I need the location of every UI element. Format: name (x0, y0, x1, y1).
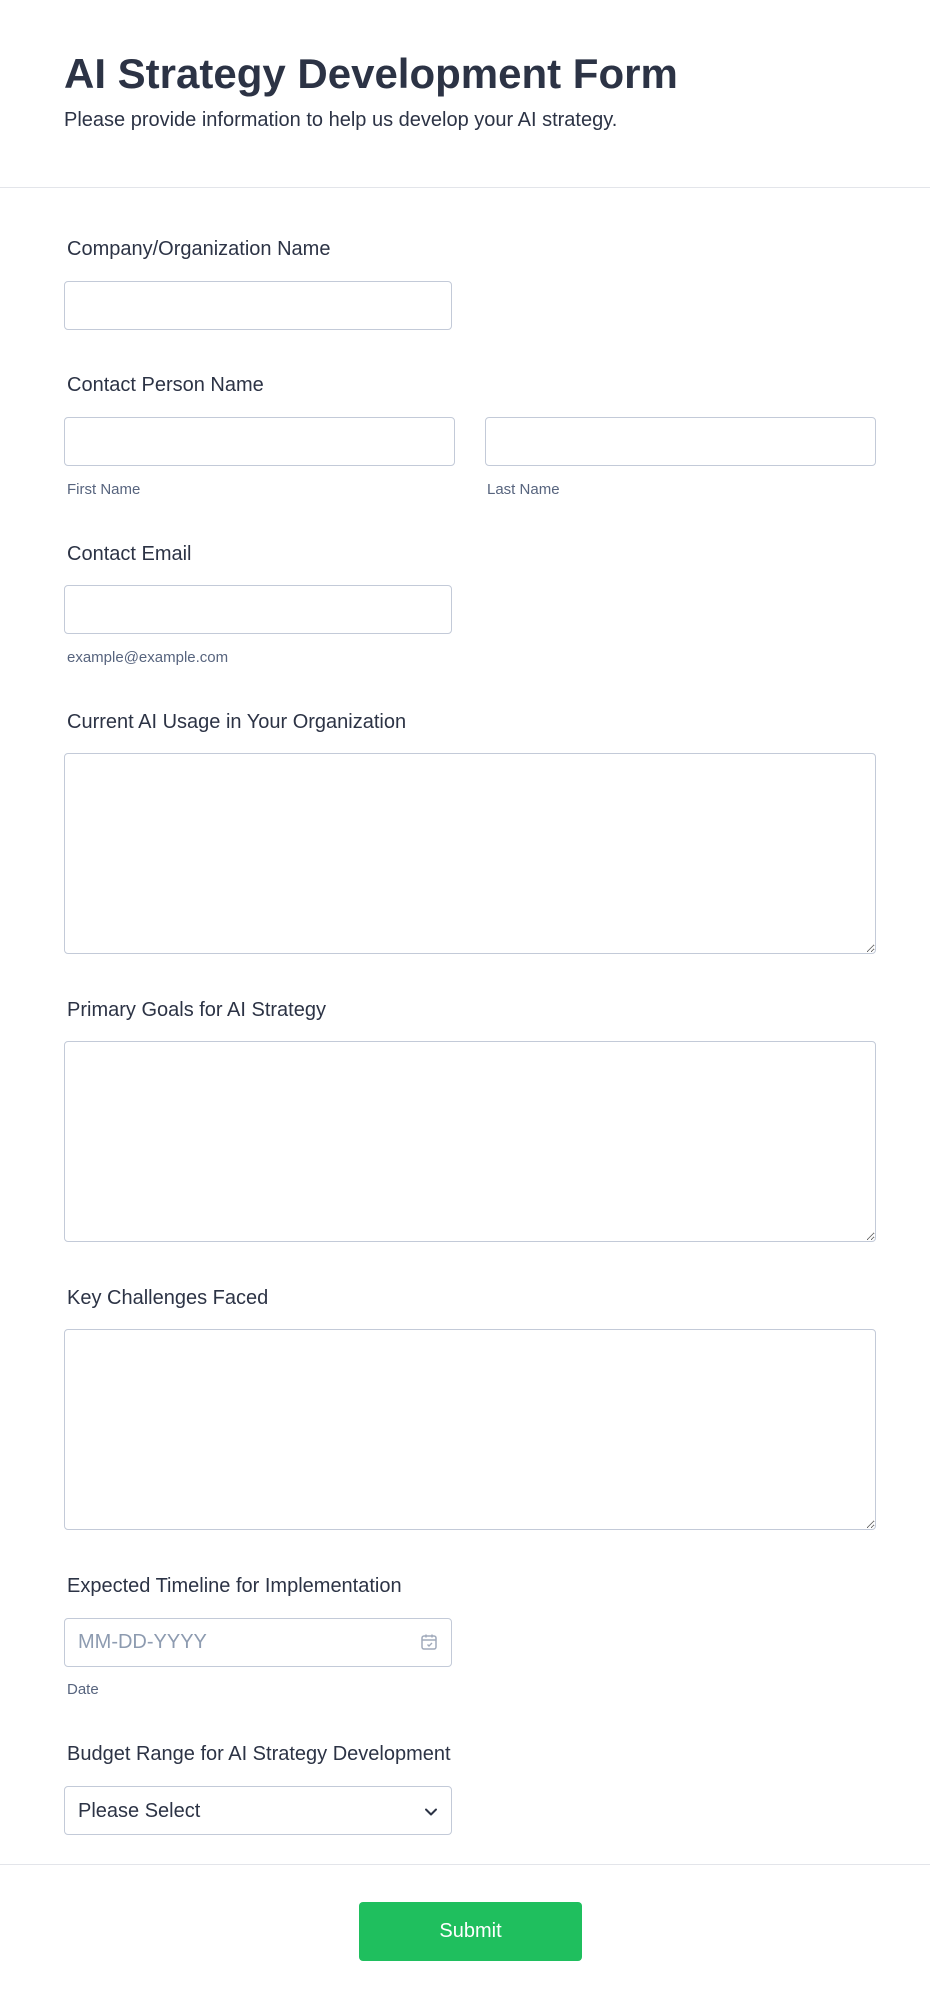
page-title: AI Strategy Development Form (64, 50, 678, 97)
key-challenges-textarea[interactable] (64, 1329, 876, 1530)
primary-goals-label: Primary Goals for AI Strategy (67, 999, 326, 1021)
company-name-input[interactable] (64, 281, 452, 330)
email-input[interactable] (64, 585, 452, 634)
contact-email-label: Contact Email (67, 543, 192, 565)
current-ai-usage-textarea[interactable] (64, 753, 876, 954)
timeline-label: Expected Timeline for Implementation (67, 1575, 402, 1597)
key-challenges-label: Key Challenges Faced (67, 1287, 269, 1309)
contact-person-label: Contact Person Name (67, 374, 264, 396)
date-field[interactable] (64, 1618, 452, 1667)
email-sublabel: example@example.com (67, 649, 229, 666)
company-name-label: Company/Organization Name (67, 238, 331, 260)
first-name-sublabel: First Name (67, 481, 141, 498)
calendar-icon[interactable] (420, 1633, 438, 1651)
budget-label: Budget Range for AI Strategy Development (67, 1743, 451, 1765)
budget-select[interactable]: Please Select (64, 1786, 452, 1835)
chevron-down-icon (425, 1808, 437, 1816)
current-ai-usage-label: Current AI Usage in Your Organization (67, 711, 407, 733)
page-subtitle: Please provide information to help us de… (64, 109, 618, 131)
primary-goals-textarea[interactable] (64, 1041, 876, 1242)
submit-button[interactable]: Submit (359, 1902, 582, 1961)
last-name-sublabel: Last Name (487, 481, 560, 498)
date-input[interactable] (65, 1619, 395, 1666)
date-sublabel: Date (67, 1681, 99, 1698)
form-header: AI Strategy Development Form Please prov… (0, 0, 930, 188)
last-name-input[interactable] (485, 417, 876, 466)
budget-selected-value: Please Select (78, 1800, 201, 1822)
first-name-input[interactable] (64, 417, 455, 466)
